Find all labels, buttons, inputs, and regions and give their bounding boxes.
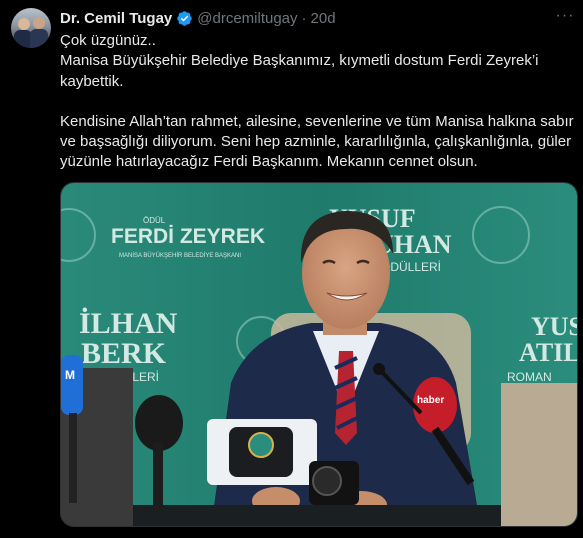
tweet-text: Çok üzgünüz.. Manisa Büyükşehir Belediye… (60, 31, 580, 173)
tweet-photo[interactable]: ÖDÜL FERDİ ZEYREK MANİSA BÜYÜKŞEHİR BELE… (60, 182, 578, 527)
tweet[interactable]: Dr. Cemil Tugay @drcemiltugay · 20d ··· … (0, 0, 583, 538)
backdrop-name: ATIL (519, 338, 578, 367)
backdrop-sub: ROMAN (507, 370, 552, 384)
mic-label: haber (417, 395, 444, 406)
author-name[interactable]: Dr. Cemil Tugay (60, 10, 172, 27)
mic-label: M (65, 368, 75, 382)
tweet-time[interactable]: 20d (311, 10, 336, 27)
press-conference-photo: ÖDÜL FERDİ ZEYREK MANİSA BÜYÜKŞEHİR BELE… (61, 183, 578, 526)
microphone-icon (135, 395, 183, 451)
backdrop-name: BERK (81, 337, 167, 370)
backdrop-title: FERDİ ZEYREK (111, 225, 265, 248)
tweet-line: Manisa Büyükşehir Belediye Başkanımız, k… (60, 52, 539, 90)
backdrop-sub: ÖDÜLLERİ (381, 260, 441, 274)
tweet-line: Kendisine Allah’tan rahmet, ailesine, se… (60, 112, 574, 171)
tweet-line: Çok üzgünüz.. (60, 32, 156, 49)
backdrop-pre: ÖDÜL (143, 216, 166, 225)
author-handle[interactable]: @drcemiltugay (197, 10, 297, 27)
separator-dot: · (301, 9, 307, 27)
microphone-icon (61, 355, 83, 415)
backdrop-name: İLHAN (79, 307, 178, 340)
tweet-header: Dr. Cemil Tugay @drcemiltugay · 20d (60, 8, 336, 28)
verified-badge-icon (177, 10, 193, 26)
backdrop-sub: MANİSA BÜYÜKŞEHİR BELEDİYE BAŞKANI (119, 252, 241, 259)
backdrop-name: YUS (531, 312, 578, 341)
avatar[interactable] (11, 8, 51, 48)
more-icon[interactable]: ··· (555, 8, 575, 28)
